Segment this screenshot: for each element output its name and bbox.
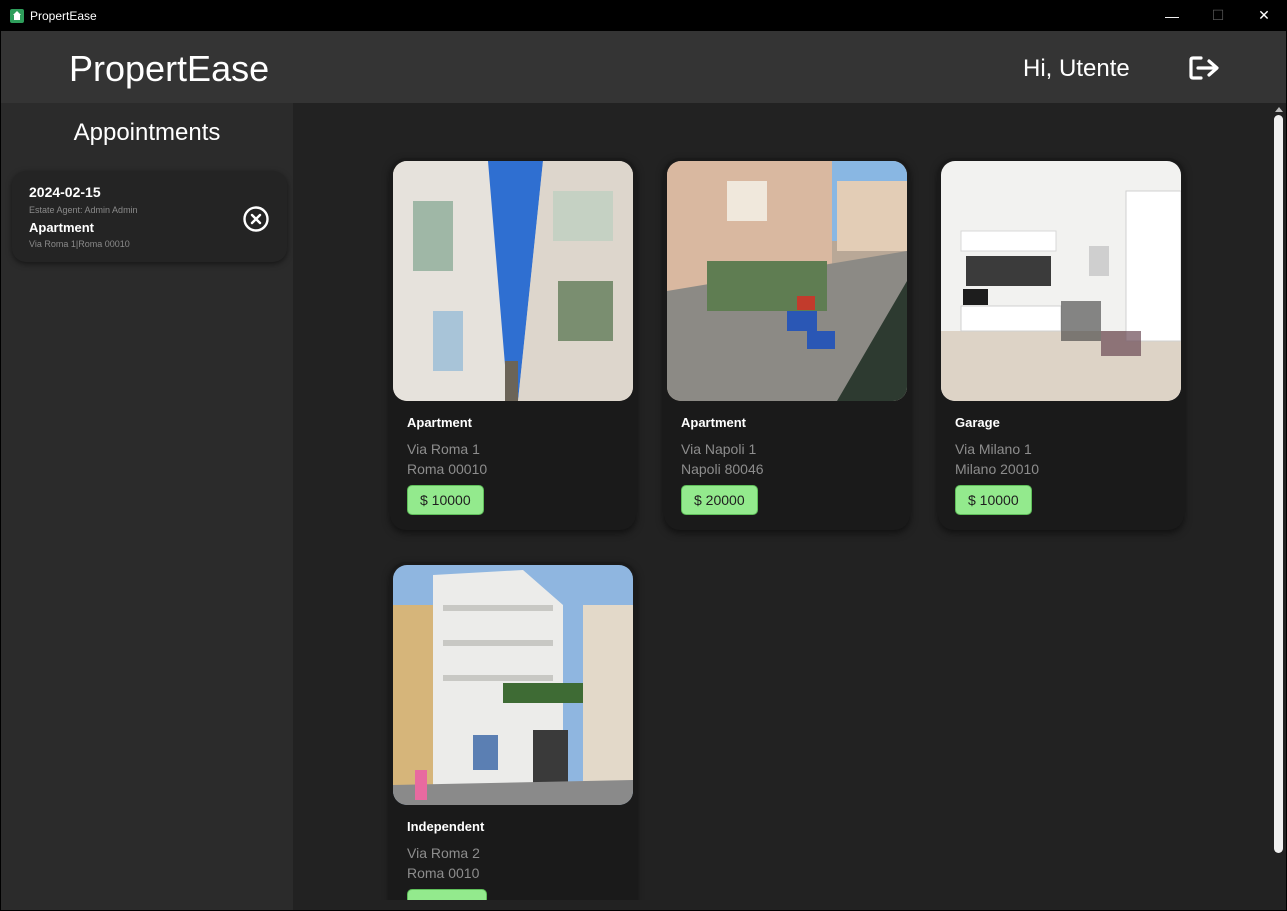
listing-city: Roma 00010: [407, 461, 488, 477]
window-controls: — ☐ ✕: [1149, 0, 1287, 31]
price-badge: [407, 889, 487, 900]
listing-card[interactable]: Garage Via Milano 1 Milano 20010 $ 10000: [938, 158, 1184, 530]
brand-title: PropertEase: [69, 48, 270, 89]
scrollbar-thumb[interactable]: [1274, 115, 1283, 853]
minimize-button[interactable]: —: [1149, 0, 1195, 31]
kitchen-interior-photo: [941, 161, 1181, 401]
listing-city: Roma 0010: [407, 865, 480, 881]
sidebar-title: Appointments: [73, 119, 221, 146]
listing-street: Via Roma 2: [407, 845, 480, 861]
price-badge: $ 20000: [681, 485, 758, 515]
appointment-date: 2024-02-15: [29, 184, 101, 200]
panel-bottom-edge: [293, 900, 1271, 910]
maximize-button[interactable]: ☐: [1195, 0, 1241, 31]
vertical-scrollbar[interactable]: [1271, 103, 1286, 910]
listing-card[interactable]: Independent Via Roma 2 Roma 0010: [390, 562, 636, 900]
listing-city: Milano 20010: [955, 461, 1040, 477]
listing-card[interactable]: Apartment Via Napoli 1 Napoli 80046 $ 20…: [664, 158, 910, 530]
house-icon: [10, 8, 24, 23]
user-greeting: Hi, Utente: [1023, 55, 1130, 82]
listings-panel: Apartment Via Roma 1 Roma 00010 $ 10000 …: [293, 103, 1271, 900]
window-title: PropertEase: [30, 8, 97, 23]
close-circle-icon[interactable]: [242, 205, 270, 233]
listing-type: Independent: [407, 819, 485, 834]
appointment-card[interactable]: 2024-02-15 Estate Agent: Admin Admin Apa…: [12, 171, 287, 262]
listing-type: Apartment: [681, 415, 747, 430]
appointments-sidebar: Appointments 2024-02-15 Estate Agent: Ad…: [1, 103, 293, 910]
appointment-address: Via Roma 1|Roma 00010: [29, 239, 130, 249]
listing-street: Via Napoli 1: [681, 441, 757, 457]
listing-type: Garage: [955, 415, 1000, 430]
listing-card[interactable]: Apartment Via Roma 1 Roma 00010 $ 10000: [390, 158, 636, 530]
appointment-type: Apartment: [29, 220, 95, 235]
window-titlebar: PropertEase — ☐ ✕: [0, 0, 1287, 31]
appointment-agent: Estate Agent: Admin Admin: [29, 205, 138, 215]
price-badge: $ 10000: [407, 485, 484, 515]
narrow-street-photo: [393, 161, 633, 401]
listing-street: Via Roma 1: [407, 441, 480, 457]
scroll-up-arrow-icon[interactable]: [1275, 107, 1283, 112]
listing-type: Apartment: [407, 415, 473, 430]
app-header: PropertEase Hi, Utente: [1, 31, 1286, 103]
listing-street: Via Milano 1: [955, 441, 1032, 457]
price-badge: $ 10000: [955, 485, 1032, 515]
close-window-button[interactable]: ✕: [1241, 0, 1287, 31]
building-facade-photo: [393, 565, 633, 805]
listing-city: Napoli 80046: [681, 461, 764, 477]
balcony-street-photo: [667, 161, 907, 401]
logout-icon[interactable]: [1189, 55, 1221, 81]
